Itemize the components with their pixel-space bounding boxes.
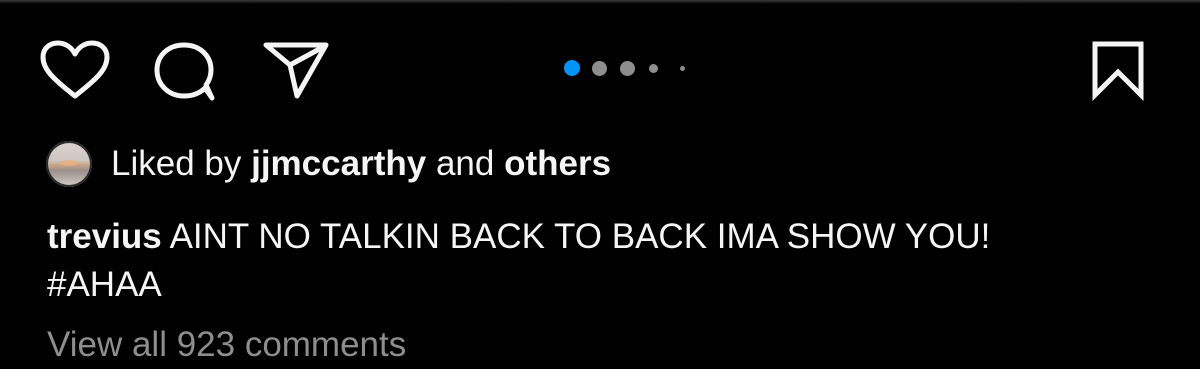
- caption-username[interactable]: trevius: [47, 217, 162, 256]
- post-action-bar: [0, 38, 1200, 102]
- media-bottom-edge: [0, 0, 1200, 4]
- caption-hashtag[interactable]: #AHAA: [47, 261, 1167, 309]
- view-all-comments-link[interactable]: View all 923 comments: [47, 321, 406, 369]
- likes-connector: and: [435, 144, 495, 183]
- liked-by-username[interactable]: jjmccarthy: [251, 144, 426, 183]
- carousel-dot: [592, 61, 607, 76]
- carousel-dot-active: [564, 60, 580, 76]
- paper-plane-icon: [263, 42, 329, 99]
- heart-outline-icon: [40, 40, 110, 99]
- share-button[interactable]: [263, 40, 329, 100]
- save-button[interactable]: [1090, 40, 1146, 102]
- likes-text: Liked by jjmccarthy and others: [111, 140, 611, 188]
- carousel-indicator: [560, 56, 700, 80]
- carousel-dot: [649, 64, 658, 73]
- bookmark-outline-icon: [1092, 41, 1144, 102]
- likes-summary[interactable]: Liked by jjmccarthy and others: [46, 140, 611, 188]
- carousel-dot: [680, 66, 685, 71]
- post-caption: trevius AINT NO TALKIN BACK TO BACK IMA …: [47, 213, 1167, 309]
- carousel-dot: [620, 61, 635, 76]
- caption-text: AINT NO TALKIN BACK TO BACK IMA SHOW YOU…: [169, 217, 991, 256]
- likes-others-link[interactable]: others: [504, 144, 611, 183]
- likes-prefix: Liked by: [111, 144, 242, 183]
- avatar[interactable]: [46, 141, 92, 187]
- like-button[interactable]: [40, 40, 110, 100]
- comment-button[interactable]: [152, 40, 218, 102]
- comment-bubble-icon: [154, 42, 215, 101]
